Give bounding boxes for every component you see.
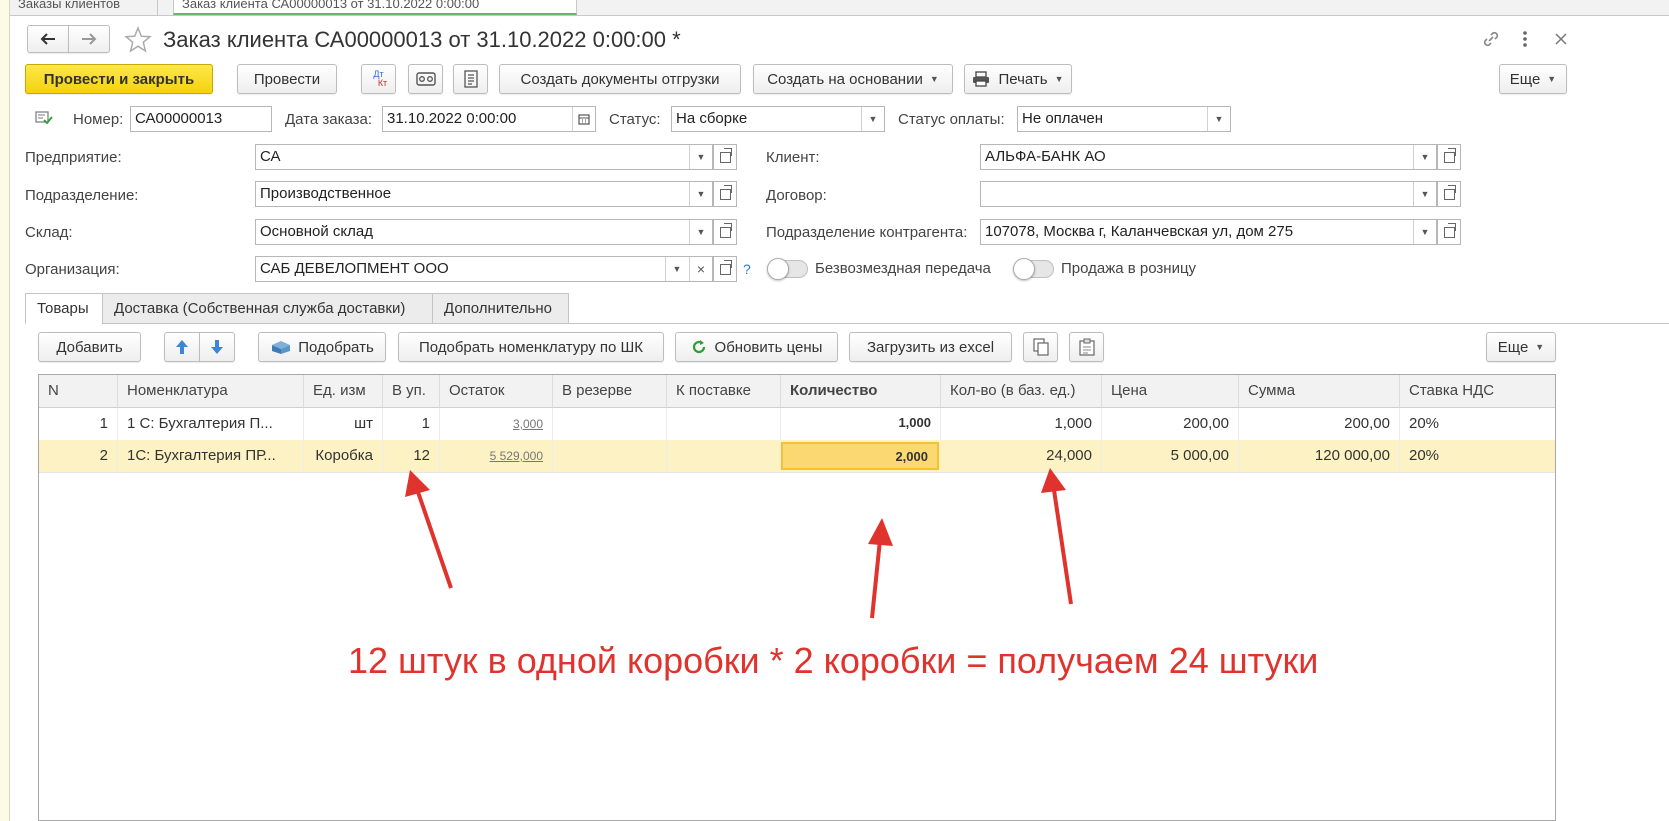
arrow-to-quantity xyxy=(868,518,893,619)
arrow-to-per-pack xyxy=(405,470,453,589)
arrow-to-quantity-base xyxy=(1041,468,1073,605)
annotation-arrows xyxy=(405,468,1073,619)
annotation-text: 12 штук в одной коробки * 2 коробки = по… xyxy=(348,640,1319,681)
